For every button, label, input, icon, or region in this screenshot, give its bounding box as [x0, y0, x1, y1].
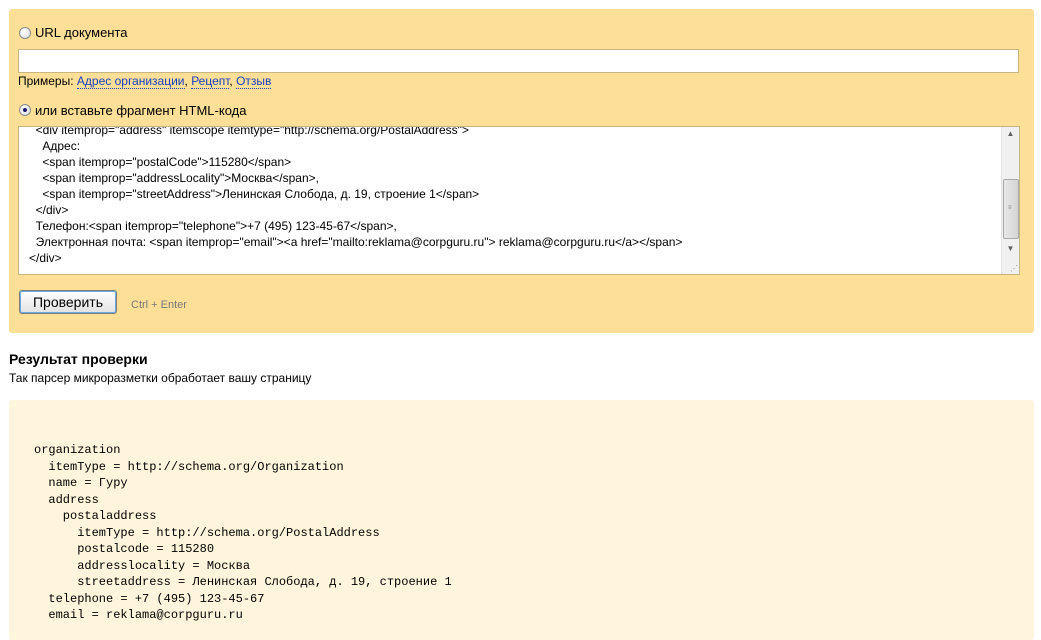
code-line: </div> — [29, 203, 69, 217]
result-line: postaladdress — [34, 509, 157, 523]
code-lines: <div itemprop="address" itemscope itemty… — [19, 126, 1001, 266]
result-subtitle: Так парсер микроразметки обработает вашу… — [9, 371, 312, 385]
scroll-thumb[interactable]: ≡ — [1003, 179, 1019, 239]
check-button[interactable]: Проверить — [19, 290, 117, 314]
examples-row: Примеры: Адрес организации, Рецепт, Отзы… — [18, 74, 272, 89]
validator-form-panel: URL документа Примеры: Адрес организации… — [9, 9, 1034, 333]
result-line: email = reklama@corpguru.ru — [34, 608, 243, 622]
url-radio-button[interactable] — [19, 27, 31, 39]
example-link-organization-address[interactable]: Адрес организации — [76, 74, 185, 89]
code-scrollbar[interactable]: ▲ ≡ ▼ ⋰ — [1001, 127, 1019, 274]
code-line: </div> — [29, 251, 62, 265]
result-line: organization — [34, 443, 121, 457]
result-line: addresslocality = Москва — [34, 558, 251, 573]
result-title: Результат проверки — [9, 351, 148, 367]
code-line: Электронная почта: <span itemprop="email… — [29, 235, 683, 249]
code-line: <span itemprop="postalCode">115280</span… — [29, 155, 292, 169]
result-line: itemType = http://schema.org/Organizatio… — [34, 459, 344, 474]
scroll-up-arrow-icon[interactable]: ▲ — [1002, 127, 1019, 141]
html-code-textarea[interactable]: <div itemprop="address" itemscope itemty… — [18, 126, 1020, 275]
result-line: itemType = http://schema.org/PostalAddre… — [34, 525, 380, 540]
scroll-down-arrow-icon[interactable]: ▼ — [1002, 242, 1019, 256]
resize-grip-icon[interactable]: ⋰ — [1010, 264, 1018, 273]
result-line: streetaddress = Ленинская Слобода, д. 19… — [34, 575, 452, 589]
result-line: address — [34, 492, 99, 507]
example-link-review[interactable]: Отзыв — [236, 74, 272, 89]
url-option-label[interactable]: URL документа — [35, 25, 128, 40]
code-line: <div itemprop="address" itemscope itemty… — [29, 126, 469, 137]
url-input[interactable] — [18, 49, 1019, 73]
code-line: <span itemprop="addressLocality">Москва<… — [29, 171, 319, 185]
html-fragment-radio-button[interactable] — [19, 104, 31, 116]
shortcut-hint: Ctrl + Enter — [131, 299, 187, 311]
code-line: <span itemprop="streetAddress">Ленинская… — [29, 187, 480, 201]
result-line: postalcode = 115280 — [34, 542, 215, 556]
result-line: telephone = +7 (495) 123-45-67 — [34, 591, 265, 606]
result-panel: organization itemType = http://schema.or… — [9, 400, 1034, 640]
result-line: name = Гуру — [34, 476, 128, 490]
code-line: Телефон:<span itemprop="telephone">+7 (4… — [29, 219, 397, 233]
examples-prefix: Примеры: — [18, 74, 77, 88]
scroll-grip-icon: ≡ — [1008, 205, 1012, 211]
code-line: Адрес: — [29, 139, 81, 153]
example-link-recipe[interactable]: Рецепт — [191, 74, 230, 89]
result-output: organization itemType = http://schema.or… — [34, 442, 452, 624]
html-fragment-option-label[interactable]: или вставьте фрагмент HTML-кода — [35, 103, 246, 118]
